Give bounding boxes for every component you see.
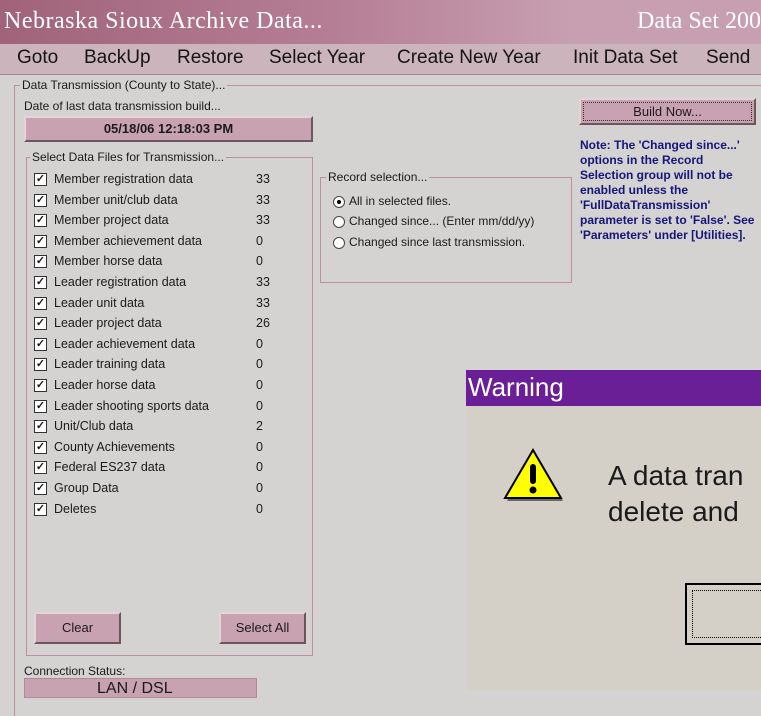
file-label: Unit/Club data [54, 419, 134, 434]
file-count: 33 [256, 192, 270, 207]
checkbox[interactable]: ✓ [34, 399, 47, 413]
menu-restore[interactable]: Restore [177, 47, 244, 69]
radio-button[interactable] [333, 196, 345, 208]
data-set-title: Data Set 200 [637, 8, 761, 34]
file-count: 33 [256, 295, 270, 310]
checkbox[interactable]: ✓ [34, 379, 47, 392]
checkbox[interactable]: ✓ [34, 358, 47, 372]
checkbox[interactable]: ✓ [34, 214, 47, 228]
radio-changed-since-last[interactable]: Changed since last transmission. [333, 235, 563, 255]
menu-goto[interactable]: Goto [17, 47, 58, 69]
radio-all-files-label: All in selected files. [349, 194, 452, 208]
warning-ok-button[interactable] [685, 583, 761, 645]
last-build-date: 05/18/06 12:18:03 PM [24, 116, 313, 142]
select-all-button[interactable]: Select All [219, 612, 306, 644]
checkbox[interactable]: ✓ [34, 482, 47, 495]
file-count: 0 [256, 378, 263, 392]
file-count: 0 [256, 439, 263, 454]
radio-button[interactable] [333, 216, 345, 228]
file-label: Member unit/club data [54, 192, 178, 207]
data-files-group-label: Select Data Files for Transmission... [30, 150, 227, 164]
connection-status-value: LAN / DSL [24, 678, 257, 698]
warning-message: A data tran delete and [608, 458, 743, 530]
file-count: 0 [256, 481, 263, 495]
record-selection-note: Note: The 'Changed since...' options in … [580, 138, 755, 242]
menu-select-year[interactable]: Select Year [269, 47, 365, 69]
warning-triangle-icon [503, 448, 563, 501]
file-label: Member registration data [54, 172, 193, 186]
file-label: County Achievements [54, 439, 175, 454]
warning-title-bar: Warning [466, 370, 761, 406]
file-count: 33 [256, 172, 270, 186]
checkbox[interactable]: ✓ [34, 440, 47, 454]
transmission-group-label: Data Transmission (County to State)... [20, 78, 228, 92]
file-count: 0 [256, 460, 263, 475]
file-label: Leader registration data [54, 275, 187, 289]
file-count: 0 [256, 336, 263, 351]
radio-changed-since-last-label: Changed since last transmission. [349, 235, 526, 249]
focus-rect [692, 590, 761, 638]
checkbox[interactable]: ✓ [34, 173, 47, 186]
file-label: Leader project data [54, 316, 162, 331]
file-count: 2 [256, 419, 263, 434]
file-label: Leader shooting sports data [54, 398, 209, 413]
file-count: 0 [256, 398, 263, 413]
warning-title: Warning [468, 372, 564, 402]
menu-backup[interactable]: BackUp [84, 47, 151, 69]
file-label: Deletes [54, 501, 97, 516]
menu-init-data-set[interactable]: Init Data Set [573, 47, 678, 69]
last-build-label: Date of last data transmission build... [24, 99, 221, 113]
file-count: 0 [256, 357, 263, 372]
checkbox[interactable]: ✓ [34, 296, 47, 310]
file-label: Leader training data [54, 357, 166, 372]
file-count: 33 [256, 213, 270, 228]
checkbox[interactable]: ✓ [34, 337, 47, 351]
file-count: 0 [256, 233, 263, 248]
checkbox[interactable]: ✓ [34, 317, 47, 331]
clear-button[interactable]: Clear [34, 612, 121, 644]
radio-all-files[interactable]: All in selected files. [333, 194, 563, 214]
menu-send[interactable]: Send [706, 47, 750, 69]
file-label: Member project data [54, 213, 169, 228]
file-count: 33 [256, 275, 270, 289]
radio-changed-since-label: Changed since... (Enter mm/dd/yy) [349, 214, 535, 228]
checkbox[interactable]: ✓ [34, 255, 47, 269]
connection-status-label: Connection Status: [24, 664, 126, 678]
file-label: Member horse data [54, 254, 163, 269]
file-label: Group Data [54, 481, 119, 495]
checkbox[interactable]: ✓ [34, 502, 47, 516]
app-title: Nebraska Sioux Archive Data... [4, 8, 323, 34]
warning-dialog: Warning A data tran delete and [466, 370, 761, 690]
file-label: Federal ES237 data [54, 460, 166, 475]
file-label: Leader unit data [54, 295, 145, 310]
warning-message-line1: A data tran [608, 460, 744, 491]
file-label: Leader horse data [54, 378, 156, 392]
title-bar: Nebraska Sioux Archive Data... Data Set … [0, 0, 761, 44]
radio-button[interactable] [333, 237, 345, 249]
checkbox[interactable]: ✓ [34, 420, 47, 434]
file-count: 26 [256, 316, 270, 331]
build-now-button[interactable]: Build Now... [579, 98, 756, 125]
radio-changed-since[interactable]: Changed since... (Enter mm/dd/yy) [333, 214, 563, 234]
menu-bar: Goto BackUp Restore Select Year Create N… [0, 44, 761, 75]
radio-selected-dot [337, 200, 341, 204]
warning-message-line2: delete and [608, 496, 739, 527]
file-label: Leader achievement data [54, 336, 196, 351]
file-label: Member achievement data [54, 233, 202, 248]
file-count: 0 [256, 501, 263, 516]
checkbox[interactable]: ✓ [34, 193, 47, 207]
record-selection-label: Record selection... [326, 170, 430, 184]
checkbox[interactable]: ✓ [34, 234, 47, 248]
checkbox[interactable]: ✓ [34, 461, 47, 475]
file-count: 0 [256, 254, 263, 269]
menu-create-new-year[interactable]: Create New Year [397, 47, 541, 69]
checkbox[interactable]: ✓ [34, 276, 47, 289]
